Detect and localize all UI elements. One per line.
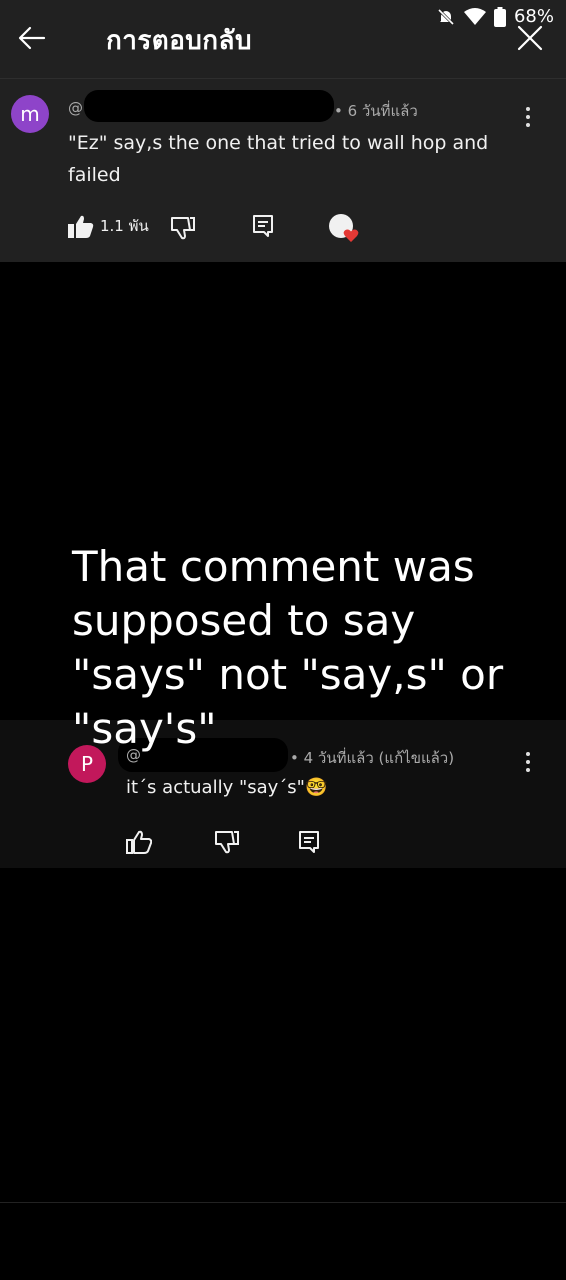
overlay-caption: That comment was supposed to say "says" … [72, 540, 532, 756]
status-icons: 68% [436, 6, 554, 27]
comment-icon [299, 831, 319, 853]
thumbs-down-icon [215, 831, 239, 854]
caption-line: "say's" [72, 704, 217, 753]
divider [0, 1202, 566, 1203]
parent-comment: m @ • 6 วันที่แล้ว "Ez" say,s the one th… [0, 79, 566, 265]
reply-button[interactable] [252, 214, 274, 238]
heart-badge-icon [329, 214, 359, 242]
bell-off-icon [437, 8, 455, 25]
avatar-letter: m [20, 102, 40, 126]
reply-button[interactable] [298, 830, 320, 854]
status-bar: 68% [0, 0, 566, 34]
comment-time: • 6 วันที่แล้ว [334, 102, 418, 120]
dislike-button[interactable] [214, 830, 240, 854]
comment-text: it´s actually "say´s"🤓 [126, 777, 328, 798]
redacted-username [84, 90, 334, 122]
comment-text-line2: failed [68, 164, 121, 186]
caption-line: "says" not "say,s" or [72, 650, 504, 699]
like-count: 1.1 พัน [100, 217, 149, 235]
battery-percent: 68% [513, 6, 554, 27]
comment-icon [253, 215, 273, 237]
more-options-button[interactable] [520, 103, 536, 131]
comment-handle[interactable]: @ [68, 99, 83, 117]
scribble-overlay-bottom [0, 866, 566, 1280]
avatar[interactable]: m [11, 95, 49, 133]
battery-icon [493, 6, 506, 27]
comment-text-line1: "Ez" say,s the one that tried to wall ho… [68, 132, 489, 154]
wifi-icon [463, 7, 486, 25]
like-button[interactable] [126, 830, 152, 854]
creator-heart-badge [328, 213, 360, 243]
thumbs-down-icon [171, 217, 195, 240]
caption-line: supposed to say [72, 596, 416, 645]
comment-text: "Ez" say,s the one that tried to wall ho… [68, 127, 488, 191]
caption-line: That comment was [72, 542, 475, 591]
thumbs-up-filled-icon [68, 215, 94, 238]
like-button[interactable]: 1.1 พัน [68, 214, 149, 238]
thumbs-up-icon [126, 830, 152, 854]
dislike-button[interactable] [170, 216, 196, 240]
